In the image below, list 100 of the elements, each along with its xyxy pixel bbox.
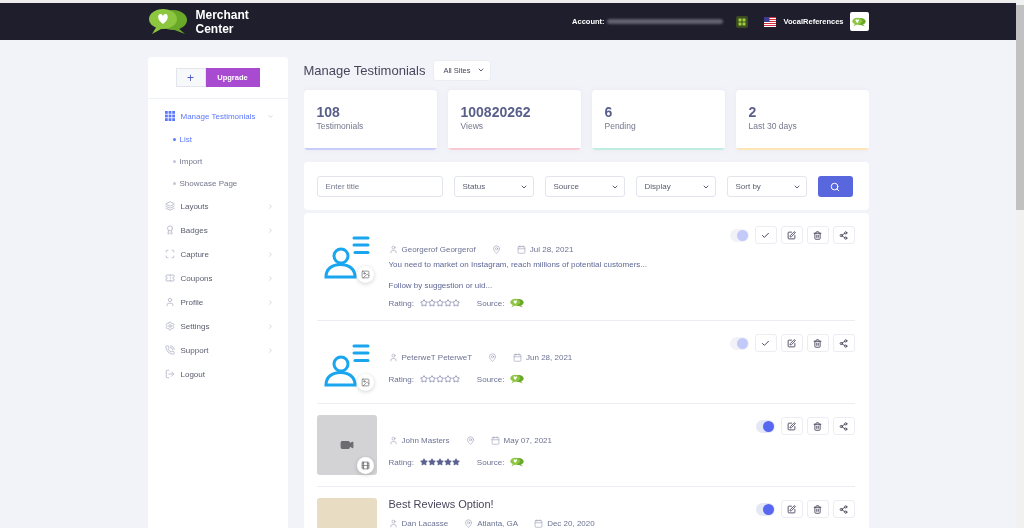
date-text: Dec 20, 2020	[547, 518, 595, 528]
delete-button[interactable]	[806, 334, 829, 352]
apps-grid-icon[interactable]	[735, 15, 748, 28]
submenu-item[interactable]: Import	[147, 150, 288, 172]
edit-icon	[787, 421, 796, 431]
sidebar-item[interactable]: Support	[147, 338, 288, 362]
calendar-icon	[490, 435, 500, 445]
user-icon	[388, 435, 398, 445]
sidebar-item[interactable]: Profile	[147, 290, 288, 314]
sidebar-item[interactable]: Layouts	[147, 194, 288, 218]
stat-value: 6	[604, 104, 614, 120]
trash-icon	[813, 338, 822, 348]
calendar-icon	[516, 244, 526, 254]
image-icon	[356, 266, 374, 283]
dot-icon	[172, 181, 176, 185]
dot-icon	[172, 137, 176, 141]
edit-button[interactable]	[780, 500, 803, 518]
share-button[interactable]	[832, 417, 855, 435]
date-text: May 07, 2021	[503, 435, 552, 445]
image-icon	[356, 374, 374, 391]
map-pin-icon	[465, 435, 475, 445]
settings-icon	[164, 321, 175, 331]
delete-button[interactable]	[806, 500, 829, 518]
sidebar-item[interactable]: Coupons	[147, 266, 288, 290]
stat-label: Last 30 days	[748, 120, 798, 132]
testimonial-text: Follow by suggestion or uid...	[388, 280, 494, 292]
search-button[interactable]	[817, 176, 853, 197]
user-icon	[388, 352, 398, 362]
toggle-switch[interactable]	[755, 502, 775, 516]
layers-icon	[164, 201, 175, 211]
scan-icon	[164, 249, 175, 259]
filter-dropdown[interactable]: Status	[453, 176, 534, 197]
share-icon	[839, 504, 848, 514]
share-icon	[839, 230, 848, 240]
author-name: John Masters	[401, 435, 450, 445]
dot-icon	[172, 159, 176, 163]
share-icon	[839, 421, 848, 431]
toggle-switch[interactable]	[755, 419, 775, 433]
filter-dropdown[interactable]: Display	[635, 176, 716, 197]
add-button[interactable]: +	[175, 68, 206, 87]
map-pin-icon	[464, 518, 474, 528]
stat-value: 100820262	[460, 104, 532, 120]
source-label: Source:	[476, 374, 505, 384]
trash-icon	[813, 421, 822, 431]
filter-dropdown[interactable]: Sort by	[726, 176, 807, 197]
sidebar-item[interactable]: Manage Testimonials	[147, 104, 288, 128]
share-button[interactable]	[832, 334, 855, 352]
ticket-icon	[164, 273, 175, 283]
submenu-item[interactable]: List	[147, 128, 288, 150]
title-input[interactable]: Enter title	[316, 176, 443, 197]
sidebar-item[interactable]: Settings	[147, 314, 288, 338]
share-button[interactable]	[832, 500, 855, 518]
edit-icon	[787, 338, 796, 348]
map-pin-icon	[488, 352, 498, 362]
share-button[interactable]	[832, 226, 855, 244]
trash-icon	[813, 504, 822, 514]
edit-button[interactable]	[780, 417, 803, 435]
us-flag-icon[interactable]	[763, 16, 776, 27]
submenu-item[interactable]: Showcase Page	[147, 172, 288, 194]
film-icon	[356, 457, 374, 474]
chevron-down-icon	[477, 66, 486, 74]
speech-bubbles-icon	[510, 374, 525, 384]
sidebar-item[interactable]: Capture	[147, 242, 288, 266]
sidebar-item[interactable]: Logout	[147, 362, 288, 386]
stat-label: Views	[460, 120, 485, 132]
user-icon	[388, 244, 398, 254]
user-list-icon	[323, 236, 370, 279]
stat-label: Pending	[604, 120, 637, 132]
author-name: Dan Lacasse	[401, 518, 449, 528]
scrollbar-thumb[interactable]	[1016, 5, 1024, 210]
testimonial-text: You need to market on Instagram, reach millions of potential customers...	[388, 259, 648, 271]
speech-bubbles-icon	[147, 8, 188, 35]
edit-icon	[787, 230, 796, 240]
video-camera-icon	[339, 438, 354, 452]
testimonial-title: Best Reviews Option!	[388, 498, 495, 511]
location-text: Atlanta, GA	[477, 518, 519, 528]
delete-button[interactable]	[806, 417, 829, 435]
edit-icon	[787, 504, 796, 514]
date-text: Jun 28, 2021	[526, 352, 573, 362]
rating-label: Rating:	[388, 457, 414, 467]
calendar-icon	[534, 518, 544, 528]
user-icon	[164, 297, 175, 307]
author-name: PeterweT PeterweT	[401, 352, 473, 362]
map-pin-icon	[491, 244, 501, 254]
stat-value: 108	[316, 104, 341, 120]
share-icon	[839, 338, 848, 348]
filter-dropdown[interactable]: Source	[544, 176, 625, 197]
sidebar-item[interactable]: Badges	[147, 218, 288, 242]
search-icon	[830, 181, 840, 192]
delete-button[interactable]	[806, 226, 829, 244]
edit-button[interactable]	[780, 226, 803, 244]
edit-button[interactable]	[780, 334, 803, 352]
author-name: Georgerof Georgerof	[401, 244, 476, 254]
speech-bubbles-icon[interactable]	[849, 12, 869, 31]
check-icon	[761, 338, 770, 348]
grid-icon	[164, 111, 175, 121]
brand-name: Merchant Center	[195, 7, 250, 36]
check-icon	[761, 230, 770, 240]
source-label: Source:	[476, 457, 505, 467]
date-text: Jul 28, 2021	[529, 244, 574, 254]
